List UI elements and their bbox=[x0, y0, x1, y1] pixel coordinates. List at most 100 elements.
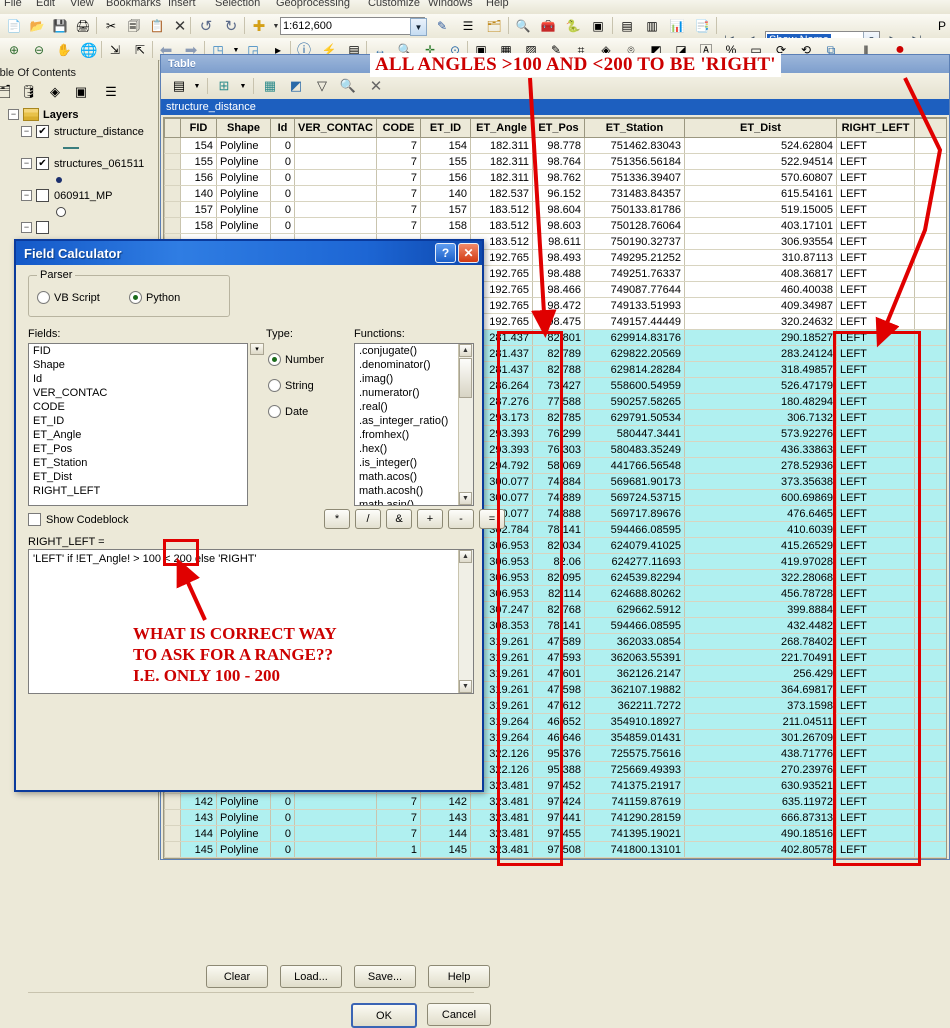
row-selector-cell[interactable] bbox=[164, 217, 181, 234]
functions-scrollbar[interactable]: ▲ ▼ bbox=[458, 344, 473, 505]
table-row[interactable]: 145 Polyline 0 1 145 323.481 97.508 741800.1310… bbox=[164, 841, 946, 858]
table-cell-et-pos[interactable]: 98.764 bbox=[532, 153, 585, 170]
table-cell-et-pos[interactable]: 96.152 bbox=[532, 185, 585, 202]
table-cell-right-left[interactable]: LEFT bbox=[836, 713, 915, 730]
table-cell-et-dist[interactable]: 318.49857 bbox=[684, 361, 837, 378]
scroll-thumb[interactable] bbox=[459, 358, 472, 398]
row-selector-cell[interactable] bbox=[164, 825, 181, 842]
related-tables-dropdown-icon[interactable]: ▼ bbox=[237, 76, 249, 96]
column-header-code[interactable]: CODE bbox=[376, 118, 421, 138]
table-cell-right-left[interactable]: LEFT bbox=[836, 329, 915, 346]
function-list-item[interactable]: .is_integer() bbox=[355, 456, 459, 470]
table-cell-id[interactable]: 0 bbox=[270, 169, 295, 186]
table-cell-et-dist[interactable]: 524.62804 bbox=[684, 137, 837, 154]
select-by-attributes-icon[interactable]: ◩ bbox=[285, 76, 307, 96]
close-icon[interactable]: ✕ bbox=[458, 243, 479, 263]
table-cell-et-dist[interactable]: 270.23976 bbox=[684, 761, 837, 778]
table-cell-right-left[interactable]: LEFT bbox=[836, 617, 915, 634]
table-cell-et-dist[interactable]: 600.69869 bbox=[684, 489, 837, 506]
field-list-item[interactable]: VER_CONTAC bbox=[29, 386, 247, 400]
table-cell-et-station[interactable]: 354859.01431 bbox=[584, 729, 685, 746]
field-list-item[interactable]: Shape bbox=[29, 358, 247, 372]
table-cell-ver-contac[interactable] bbox=[294, 825, 377, 842]
table-cell-id[interactable]: 0 bbox=[270, 217, 295, 234]
fields-expand-icon[interactable]: ▾ bbox=[250, 343, 264, 355]
operator-divide-button[interactable]: / bbox=[355, 509, 381, 529]
table-cell-et-station[interactable]: 624277.11693 bbox=[584, 553, 685, 570]
collapse-icon[interactable]: − bbox=[8, 109, 19, 120]
table-cell-et-station[interactable]: 741159.87619 bbox=[584, 793, 685, 810]
menu-item-edit[interactable]: Edit bbox=[36, 0, 55, 9]
collapse-icon[interactable]: − bbox=[21, 222, 32, 233]
table-cell-et-id[interactable]: 158 bbox=[420, 217, 471, 234]
table-cell-et-pos[interactable]: 78.141 bbox=[532, 617, 585, 634]
table-cell-et-station[interactable]: 629662.5912 bbox=[584, 601, 685, 618]
field-list-item[interactable]: ET_Dist bbox=[29, 470, 247, 484]
table-cell-et-dist[interactable]: 476.6465 bbox=[684, 505, 837, 522]
table-cell-right-left[interactable]: LEFT bbox=[836, 697, 915, 714]
table-cell-et-pos[interactable]: 78.141 bbox=[532, 521, 585, 538]
table-cell-et-dist[interactable]: 373.1598 bbox=[684, 697, 837, 714]
table-cell-right-left[interactable]: LEFT bbox=[836, 425, 915, 442]
table-cell-right-left[interactable]: LEFT bbox=[836, 537, 915, 554]
table-cell-et-dist[interactable]: 221.70491 bbox=[684, 649, 837, 666]
save-icon[interactable]: 💾 bbox=[50, 16, 70, 36]
table-cell-et-station[interactable]: 569724.53715 bbox=[584, 489, 685, 506]
radio-vb-script[interactable]: VB Script bbox=[37, 291, 100, 304]
table-cell-right-left[interactable]: LEFT bbox=[836, 249, 915, 266]
table-cell-id[interactable]: 0 bbox=[270, 793, 295, 810]
collapse-icon[interactable]: − bbox=[21, 190, 32, 201]
delete-icon[interactable]: ✕ bbox=[170, 16, 190, 36]
zoom-to-selected-icon[interactable]: 🔍 bbox=[337, 76, 359, 96]
table-cell-et-pos[interactable]: 82.768 bbox=[532, 601, 585, 618]
table-cell-et-station[interactable]: 624079.41025 bbox=[584, 537, 685, 554]
list-by-selection-icon[interactable]: ▣ bbox=[70, 82, 92, 102]
table-cell-et-station[interactable]: 580483.35249 bbox=[584, 441, 685, 458]
table-cell-et-dist[interactable]: 256.429 bbox=[684, 665, 837, 682]
table-cell-et-station[interactable]: 741375.21917 bbox=[584, 777, 685, 794]
field-list-item[interactable]: ET_Pos bbox=[29, 442, 247, 456]
table-cell-et-dist[interactable]: 180.48294 bbox=[684, 393, 837, 410]
table-cell-code[interactable]: 7 bbox=[376, 809, 421, 826]
show-codeblock-checkbox[interactable]: Show Codeblock bbox=[28, 513, 129, 526]
table-cell-et-station[interactable]: 362107.19882 bbox=[584, 681, 685, 698]
table-cell-et-dist[interactable]: 283.24124 bbox=[684, 345, 837, 362]
table-cell-et-dist[interactable]: 290.18527 bbox=[684, 329, 837, 346]
table-cell-et-station[interactable]: 741395.19021 bbox=[584, 825, 685, 842]
table-cell-et-dist[interactable]: 522.94514 bbox=[684, 153, 837, 170]
table-cell-et-dist[interactable]: 526.47179 bbox=[684, 377, 837, 394]
table-cell-et-station[interactable]: 590257.58265 bbox=[584, 393, 685, 410]
table-cell-et-angle[interactable]: 183.512 bbox=[470, 217, 533, 234]
table-row[interactable]: 155 Polyline 0 7 155 182.311 98.764 751356.5618… bbox=[164, 153, 946, 170]
clear-selection-icon[interactable]: ✕ bbox=[365, 76, 387, 96]
table-cell-et-pos[interactable]: 46.646 bbox=[532, 729, 585, 746]
table-row[interactable]: 143 Polyline 0 7 143 323.481 97.441 741290.2815… bbox=[164, 809, 946, 826]
table-cell-right-left[interactable]: LEFT bbox=[836, 377, 915, 394]
table-cell-id[interactable]: 0 bbox=[270, 825, 295, 842]
data-view-icon[interactable]: ▥ bbox=[642, 16, 662, 36]
row-selector-cell[interactable] bbox=[164, 809, 181, 826]
table-cell-et-dist[interactable]: 438.71776 bbox=[684, 745, 837, 762]
table-cell-et-station[interactable]: 362126.2147 bbox=[584, 665, 685, 682]
table-cell-right-left[interactable]: LEFT bbox=[836, 281, 915, 298]
table-cell-et-dist[interactable]: 211.04511 bbox=[684, 713, 837, 730]
table-cell-id[interactable]: 0 bbox=[270, 153, 295, 170]
save-button[interactable]: Save... bbox=[354, 965, 416, 988]
table-cell-et-station[interactable]: 751356.56184 bbox=[584, 153, 685, 170]
table-cell-shape[interactable]: Polyline bbox=[216, 201, 271, 218]
report-icon[interactable]: 📑 bbox=[692, 16, 712, 36]
table-cell-et-angle[interactable]: 323.481 bbox=[470, 825, 533, 842]
function-list-item[interactable]: .denominator() bbox=[355, 358, 459, 372]
table-cell-et-pos[interactable]: 47.589 bbox=[532, 633, 585, 650]
table-cell-et-dist[interactable]: 403.17101 bbox=[684, 217, 837, 234]
table-cell-code[interactable]: 7 bbox=[376, 217, 421, 234]
table-cell-et-dist[interactable]: 666.87313 bbox=[684, 809, 837, 826]
table-cell-right-left[interactable]: LEFT bbox=[836, 441, 915, 458]
table-cell-code[interactable]: 7 bbox=[376, 201, 421, 218]
operator-multiply-button[interactable]: * bbox=[324, 509, 350, 529]
table-cell-et-pos[interactable]: 82.801 bbox=[532, 329, 585, 346]
table-cell-et-station[interactable]: 594466.08595 bbox=[584, 521, 685, 538]
column-header-right-left[interactable]: RIGHT_LEFT bbox=[836, 118, 915, 138]
table-cell-et-dist[interactable]: 419.97028 bbox=[684, 553, 837, 570]
table-row[interactable]: 144 Polyline 0 7 144 323.481 97.455 741395.1902… bbox=[164, 825, 946, 842]
